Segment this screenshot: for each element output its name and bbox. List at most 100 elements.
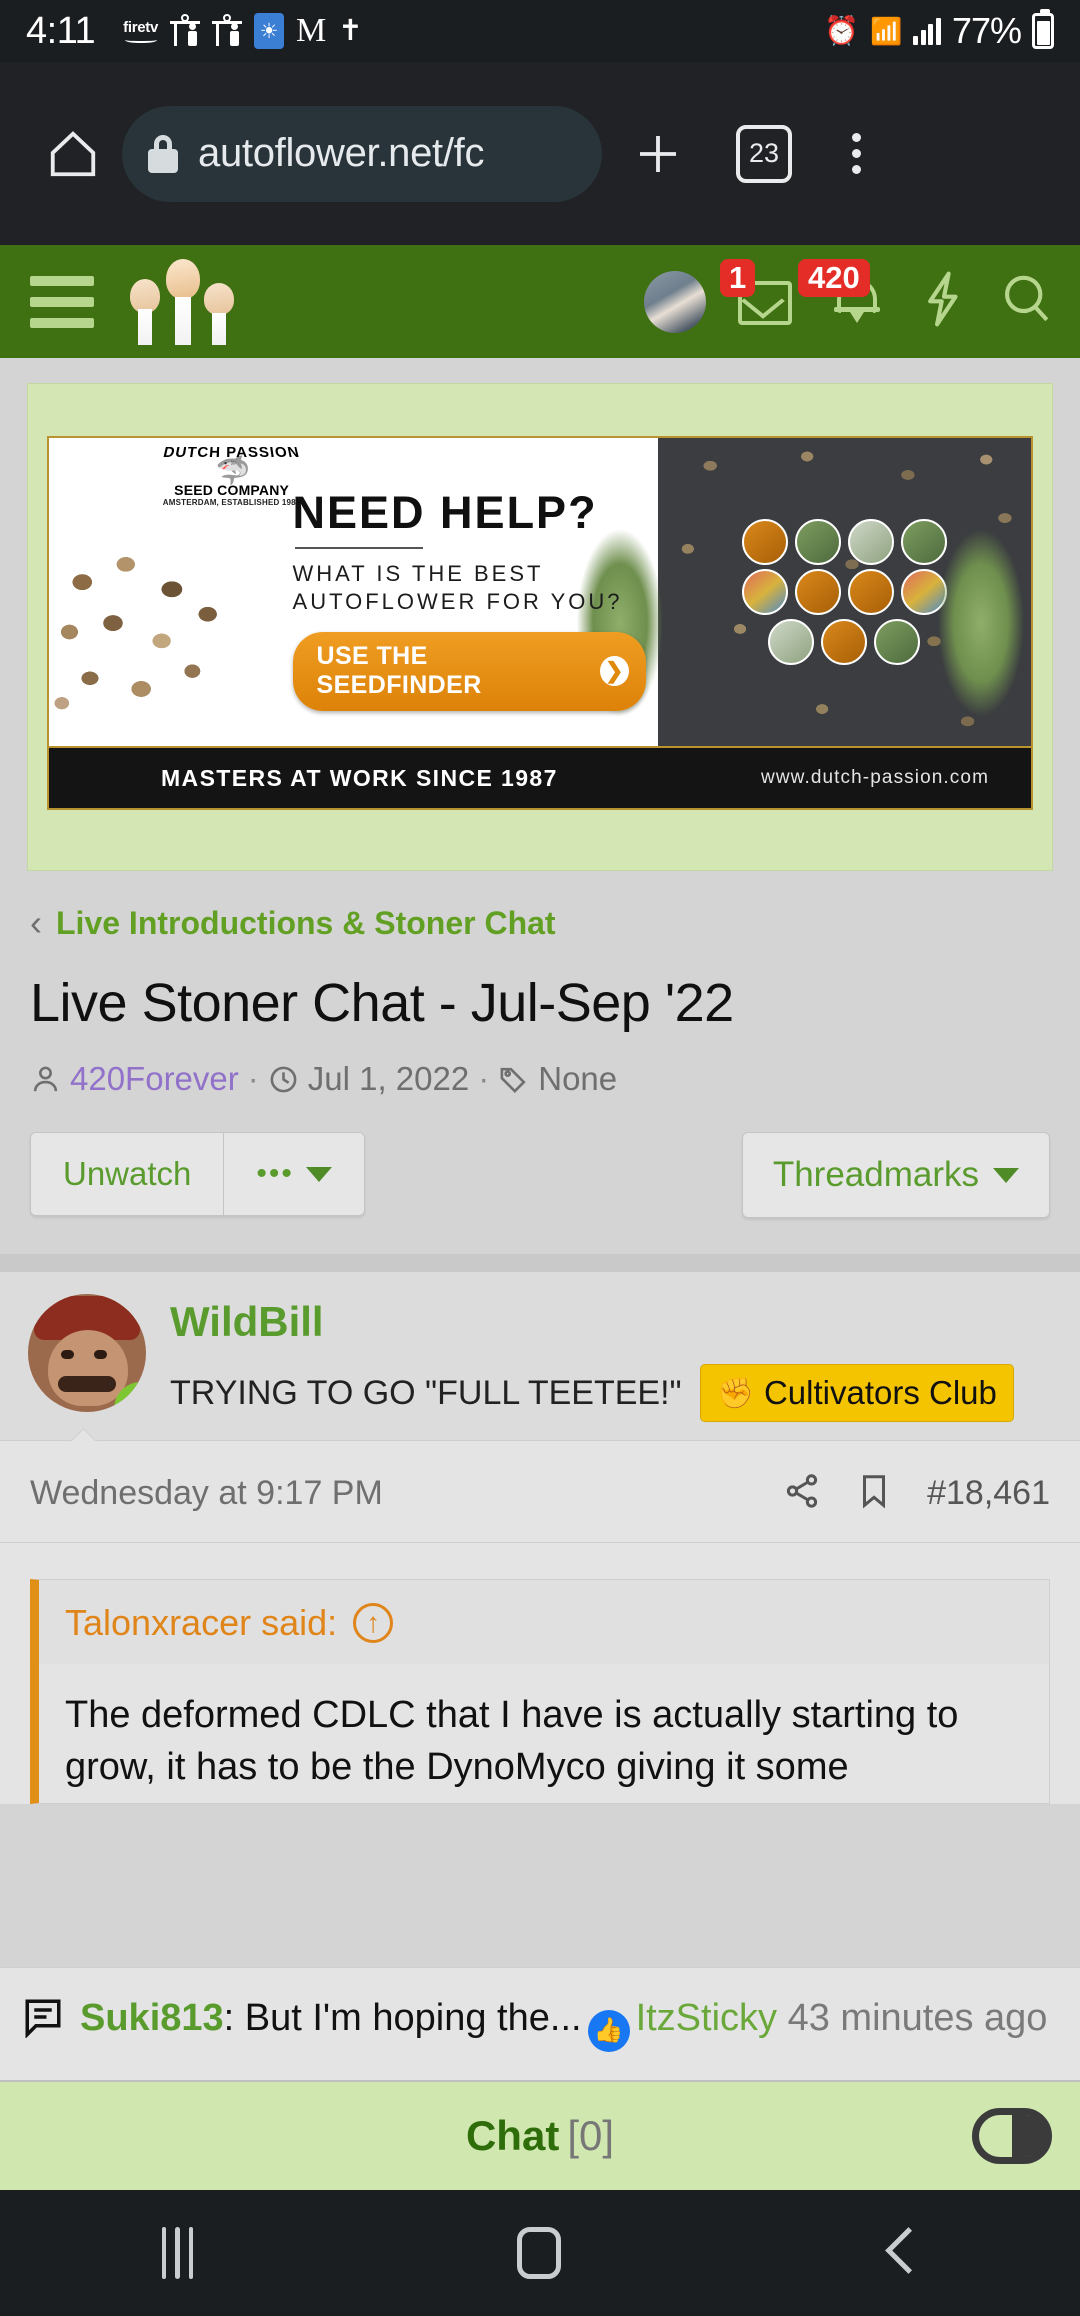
status-badge[interactable]: ✊ Cultivators Club: [699, 1364, 1014, 1422]
post-header: WildBill TRYING TO GO "FULL TEETEE!" ✊ C…: [0, 1272, 1080, 1440]
back-nav-icon[interactable]: [884, 2228, 918, 2278]
firetv-icon: firetv: [123, 20, 158, 43]
avatar[interactable]: [28, 1294, 146, 1412]
toggle-switch-icon[interactable]: [972, 2108, 1052, 2164]
quote-block: Talonxracer said: ↑ The deformed CDLC th…: [30, 1579, 1050, 1805]
chevron-left-icon: ‹: [30, 902, 42, 944]
chat-notification-line: Suki813: But I'm hoping the... 👍 ItzSticky…: [22, 1994, 1058, 2052]
page-title: Live Stoner Chat - Jul-Sep '22: [30, 973, 734, 1033]
three-dot-menu-icon[interactable]: [814, 133, 898, 174]
wifi-icon: 📶: [870, 16, 903, 46]
ad-seeds-image: [49, 542, 305, 722]
ad-divider: [294, 547, 423, 549]
chat-notification-bar[interactable]: Suki813: But I'm hoping the... 👍 ItzSticky…: [0, 1967, 1080, 2080]
chevron-down-icon: [305, 1166, 332, 1182]
jump-to-quote-icon[interactable]: ↑: [353, 1603, 394, 1643]
url-text: autoflower.net/fc: [198, 131, 485, 175]
clock-time: 4:11: [26, 9, 96, 52]
thread-date: Jul 1, 2022: [307, 1060, 470, 1097]
watch-button-group: Unwatch •••: [30, 1132, 365, 1216]
header-icons: 1 420: [644, 258, 1054, 335]
chevron-down-icon: [993, 1167, 1019, 1183]
android-nav-bar: [0, 2190, 1080, 2316]
chat-reactor[interactable]: ItzSticky: [636, 1997, 777, 2039]
post-author-name[interactable]: WildBill: [170, 1298, 1052, 1346]
browser-toolbar: autoflower.net/fc 23: [0, 62, 1080, 245]
post-meta: Wednesday at 9:17 PM #18,461: [0, 1441, 1080, 1543]
post-date[interactable]: Wednesday at 9:17 PM: [30, 1474, 383, 1513]
alerts-count-badge: 420: [798, 258, 870, 298]
gmail-icon: M: [296, 12, 327, 49]
post-meta-actions: #18,461: [783, 1471, 1050, 1516]
home-nav-icon[interactable]: [516, 2227, 561, 2279]
tag-icon: [498, 1064, 529, 1095]
lightning-bolt-icon[interactable]: [916, 269, 972, 334]
thread-meta: 420Forever · Jul 1, 2022 · None: [30, 1060, 1080, 1098]
thread-author[interactable]: 420Forever: [70, 1060, 239, 1098]
alerts-button[interactable]: 420: [798, 258, 890, 335]
autoflower-logo[interactable]: [128, 258, 240, 345]
alarm-icon: ⏰: [824, 15, 860, 46]
battery-percent: 77%: [951, 10, 1022, 51]
ad-footer-left: MASTERS AT WORK SINCE 1987: [161, 764, 558, 791]
chat-toggle-bar[interactable]: Chat [0]: [0, 2080, 1080, 2190]
more-actions-button[interactable]: •••: [223, 1133, 364, 1215]
post-author-details: TRYING TO GO "FULL TEETEE!" ✊ Cultivator…: [170, 1364, 1052, 1422]
status-bar: 4:11 firetv ☀ M ✝ ⏰ 📶 77%: [0, 0, 1080, 62]
page-content: DUTCH PASSION 🦈 SEED COMPANY AMSTERDAM, …: [0, 358, 1080, 2080]
chat-user[interactable]: Suki813: [80, 1997, 224, 2039]
section-divider: [0, 1254, 1080, 1272]
post-number[interactable]: #18,461: [927, 1474, 1050, 1513]
ad-right-panel: [657, 438, 1031, 746]
breadcrumb-label[interactable]: Live Introductions & Stoner Chat: [56, 905, 556, 942]
ad-headline: NEED HELP?: [292, 487, 598, 538]
chat-message: : But I'm hoping the...: [223, 1997, 582, 2040]
hamburger-menu-icon[interactable]: [26, 275, 102, 328]
avatar[interactable]: [644, 270, 706, 333]
quote-text: The deformed CDLC that I have is actuall…: [65, 1694, 959, 1788]
app-blue-icon: ☀: [254, 13, 285, 49]
search-icon[interactable]: [998, 269, 1054, 334]
ad-copy: NEED HELP? WHAT IS THE BEST AUTOFLOWER F…: [292, 487, 646, 712]
address-bar[interactable]: autoflower.net/fc: [122, 105, 602, 202]
arrow-right-icon: ❯: [600, 656, 629, 687]
lock-icon: [148, 134, 178, 173]
ad-container: DUTCH PASSION 🦈 SEED COMPANY AMSTERDAM, …: [27, 383, 1053, 871]
ad-banner[interactable]: DUTCH PASSION 🦈 SEED COMPANY AMSTERDAM, …: [47, 436, 1033, 748]
meta-separator-1: ·: [247, 1060, 259, 1097]
battery-icon: [1032, 9, 1054, 49]
threadmarks-label: Threadmarks: [772, 1155, 979, 1194]
unwatch-button[interactable]: Unwatch: [31, 1133, 224, 1215]
post-body: Wednesday at 9:17 PM #18,461 Talonxracer…: [0, 1440, 1080, 1805]
chat-bubble-icon: [22, 1996, 64, 2051]
inbox-button[interactable]: 1: [720, 258, 798, 335]
ad-footer: MASTERS AT WORK SINCE 1987 www.dutch-pas…: [47, 748, 1033, 810]
threadmarks-button[interactable]: Threadmarks: [741, 1132, 1050, 1218]
more-dots-label: •••: [256, 1157, 294, 1190]
speech-tail: [66, 1424, 100, 1441]
plus-icon[interactable]: [602, 127, 714, 181]
person-cast-icon: [170, 14, 201, 48]
ad-brand-name: DUTCH PASSION: [161, 444, 302, 462]
ad-cta-label: USE THE SEEDFINDER: [316, 642, 482, 700]
home-icon[interactable]: [30, 127, 116, 181]
breadcrumb[interactable]: ‹ Live Introductions & Stoner Chat: [30, 905, 1080, 942]
quote-header: Talonxracer said: ↑: [39, 1580, 1049, 1664]
inbox-count-badge: 1: [720, 258, 756, 298]
quote-author[interactable]: Talonxracer said:: [65, 1602, 337, 1644]
recents-icon[interactable]: [161, 2227, 194, 2279]
meta-separator-2: ·: [478, 1060, 490, 1097]
chat-bar-count: [0]: [567, 2112, 615, 2159]
ad-question-line2: AUTOFLOWER FOR YOU?: [292, 589, 623, 615]
post-container: WildBill TRYING TO GO "FULL TEETEE!" ✊ C…: [0, 1272, 1080, 1805]
tab-count: 23: [736, 124, 792, 183]
fist-icon: ✊: [716, 1376, 754, 1410]
post-author-block: WildBill TRYING TO GO "FULL TEETEE!" ✊ C…: [170, 1294, 1052, 1422]
status-bar-left: 4:11 firetv ☀ M ✝: [26, 10, 824, 53]
bookmark-icon[interactable]: [855, 1471, 893, 1516]
share-icon[interactable]: [783, 1471, 821, 1516]
thread-tags: None: [538, 1060, 618, 1097]
ad-cta-button[interactable]: USE THE SEEDFINDER ❯: [292, 632, 646, 712]
tab-switcher-button[interactable]: 23: [714, 124, 814, 183]
ad-question-line1: WHAT IS THE BEST: [292, 561, 544, 586]
